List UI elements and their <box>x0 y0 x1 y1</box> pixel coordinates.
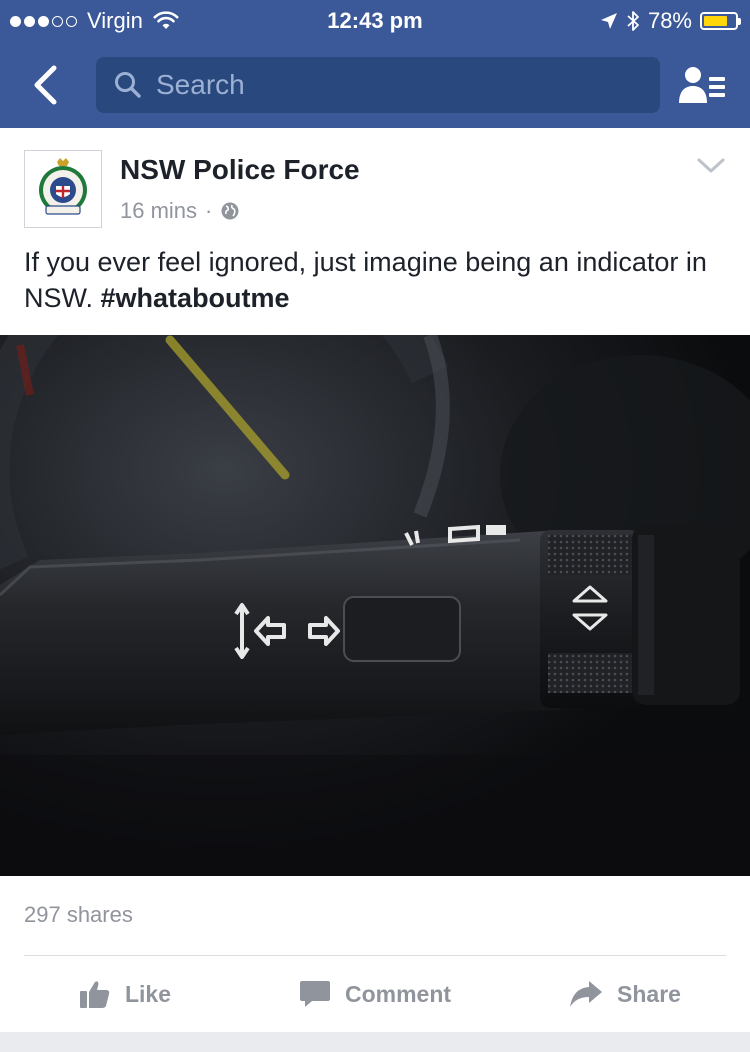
friend-requests-icon <box>679 65 727 105</box>
battery-icon <box>700 12 741 30</box>
post-timestamp[interactable]: 16 mins <box>120 198 197 224</box>
carrier-name: Virgin <box>87 8 143 33</box>
page-avatar[interactable] <box>24 150 102 228</box>
hashtag-link[interactable]: #whataboutme <box>101 283 290 313</box>
post-photo[interactable] <box>0 335 750 876</box>
friend-requests-button[interactable] <box>678 62 728 108</box>
search-bar[interactable] <box>96 57 660 113</box>
chevron-down-icon <box>696 156 726 176</box>
status-right: 78% <box>600 8 741 34</box>
navigation-bar <box>0 48 750 122</box>
like-button[interactable]: Like <box>0 956 250 1032</box>
post-card: NSW Police Force 16 mins · If you ever f… <box>0 128 750 1032</box>
post-meta: 16 mins · <box>120 198 240 224</box>
share-label: Share <box>617 980 681 1007</box>
location-arrow-icon <box>600 12 618 30</box>
globe-icon <box>220 201 240 221</box>
share-arrow-icon <box>569 980 603 1008</box>
bluetooth-icon <box>626 10 640 32</box>
status-bar: Virgin 12:43 pm 78% <box>0 0 750 40</box>
share-button[interactable]: Share <box>500 956 750 1032</box>
like-label: Like <box>124 980 172 1007</box>
status-left: Virgin <box>10 8 179 34</box>
shares-count[interactable]: 297 shares <box>24 902 133 928</box>
back-button[interactable] <box>22 58 68 112</box>
wifi-icon <box>153 11 179 31</box>
post-message: If you ever feel ignored, just imagine b… <box>24 244 724 316</box>
meta-separator: · <box>205 198 213 223</box>
page-name-link[interactable]: NSW Police Force <box>120 154 360 186</box>
signal-strength-icon <box>10 15 77 27</box>
comment-label: Comment <box>344 980 452 1007</box>
battery-level-fill <box>704 16 728 26</box>
police-badge-logo <box>39 158 87 215</box>
comment-bubble-icon <box>299 979 331 1009</box>
indicator-stalk-image <box>0 335 750 876</box>
chevron-left-icon <box>32 65 58 105</box>
comment-button[interactable]: Comment <box>250 956 500 1032</box>
thumbs-up-icon <box>79 979 111 1009</box>
post-options-button[interactable] <box>696 156 726 180</box>
top-bar: Virgin 12:43 pm 78% <box>0 0 750 128</box>
post-actions: Like Comment Share <box>0 956 750 1032</box>
battery-percent: 78% <box>647 8 692 33</box>
feed-background <box>0 1032 750 1052</box>
search-icon <box>114 71 142 99</box>
search-input[interactable] <box>154 68 638 102</box>
